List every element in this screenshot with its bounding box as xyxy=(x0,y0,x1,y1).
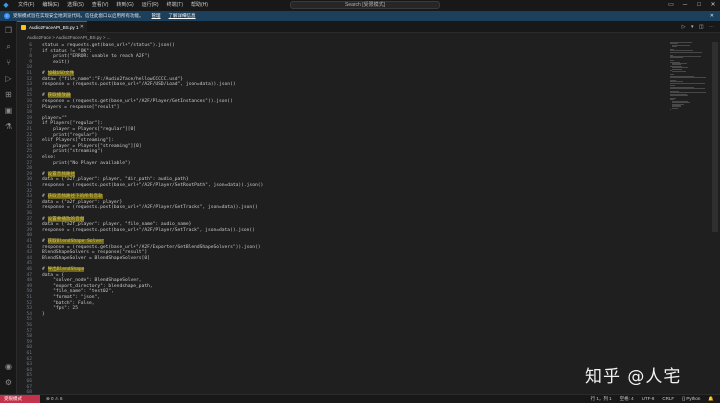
restricted-mode-indicator[interactable]: 受限模式 xyxy=(0,395,40,403)
menu-run[interactable]: 运行(R) xyxy=(138,0,163,11)
title-bar: ◆ 文件(F) 编辑(E) 选择(S) 查看(V) 转到(G) 运行(R) 终端… xyxy=(0,0,720,11)
minimap-line xyxy=(670,51,702,53)
notifications-icon[interactable]: 🔔 xyxy=(708,395,714,403)
minimize-icon[interactable]: ─ xyxy=(678,0,692,11)
menu-selection[interactable]: 选择(S) xyxy=(63,0,88,11)
info-icon: i xyxy=(4,13,10,19)
minimap-line xyxy=(672,107,678,109)
activity-bar: ❐ ⌕ ⑂ ▷ ⊞ ▣ ⚗ ◉ ⚙ xyxy=(0,21,17,394)
testing-icon[interactable]: ⚗ xyxy=(3,121,14,132)
menu-file[interactable]: 文件(F) xyxy=(14,0,38,11)
explorer-icon[interactable]: ❐ xyxy=(3,25,14,36)
indentation[interactable]: 空格: 4 xyxy=(620,395,634,403)
restricted-mode-banner: i 受限模式旨在实现安全地浏览代码。信任此窗口以启用所有功能。 管理 了解详细信… xyxy=(0,11,720,21)
editor-tab-bar: Audio2FaceAPI_BS.py 1 ✕ ▷ ▾ ◫ ⋯ xyxy=(17,21,720,33)
problems-indicator[interactable]: ⊗ 0 ⚠ 6 xyxy=(46,395,63,403)
layout-icon[interactable]: ▭ xyxy=(664,0,678,11)
vscode-logo-icon: ◆ xyxy=(3,1,9,9)
minimap-line xyxy=(670,82,706,84)
settings-gear-icon[interactable]: ⚙ xyxy=(3,377,14,388)
manage-link[interactable]: 管理 xyxy=(152,13,161,19)
close-tab-icon[interactable]: ✕ xyxy=(80,22,84,33)
account-icon[interactable]: ◉ xyxy=(3,361,14,372)
menu-terminal[interactable]: 终端(T) xyxy=(163,0,187,11)
run-debug-icon[interactable]: ▷ xyxy=(3,73,14,84)
minimap-line xyxy=(672,68,682,70)
close-banner-icon[interactable]: ✕ xyxy=(710,13,714,19)
editor-actions[interactable]: ▷ ▾ ◫ ⋯ xyxy=(682,21,716,33)
status-bar: 受限模式 ⊗ 0 ⚠ 6 行 1，列 1 空格: 4 UTF-8 CRLF {}… xyxy=(0,394,720,403)
minimap-line xyxy=(670,57,683,59)
encoding[interactable]: UTF-8 xyxy=(642,395,655,403)
minimap-line xyxy=(670,77,706,78)
banner-text: 受限模式旨在实现安全地浏览代码。信任此窗口以启用所有功能。 xyxy=(13,13,144,18)
menu-go[interactable]: 转到(G) xyxy=(112,0,137,11)
menu-view[interactable]: 查看(V) xyxy=(88,0,113,11)
code-editor[interactable]: 6 status = requests.get(base_url+"/status… xyxy=(17,42,667,395)
breadcrumb[interactable]: Audio2Face > Audio2FaceAPI_BS.py > ... xyxy=(17,33,657,42)
command-search-box[interactable]: Search [受限模式] xyxy=(290,1,440,9)
menu-edit[interactable]: 编辑(E) xyxy=(38,0,63,11)
editor-scrollbar[interactable] xyxy=(712,42,718,232)
close-window-icon[interactable]: ✕ xyxy=(706,0,720,11)
minimap-line xyxy=(670,95,688,97)
remote-explorer-icon[interactable]: ▣ xyxy=(3,105,14,116)
minimap[interactable] xyxy=(670,42,710,132)
maximize-icon[interactable]: □ xyxy=(692,0,706,11)
window-controls: ▭ ─ □ ✕ xyxy=(664,0,720,11)
tab-audio2faceapi[interactable]: Audio2FaceAPI_BS.py 1 ✕ xyxy=(17,21,87,33)
search-icon[interactable]: ⌕ xyxy=(3,41,14,52)
menu-help[interactable]: 帮助(H) xyxy=(187,0,212,11)
minimap-line xyxy=(670,88,705,90)
menu-bar: 文件(F) 编辑(E) 选择(S) 查看(V) 转到(G) 运行(R) 终端(T… xyxy=(14,0,212,11)
extensions-icon[interactable]: ⊞ xyxy=(3,89,14,100)
python-file-icon xyxy=(21,25,26,30)
language-mode[interactable]: {} Python xyxy=(682,395,700,403)
end-of-line[interactable]: CRLF xyxy=(662,395,674,403)
watermark: 知乎 @人宅 xyxy=(585,367,682,387)
cursor-position[interactable]: 行 1，列 1 xyxy=(591,395,612,403)
minimap-line xyxy=(672,71,687,73)
source-control-icon[interactable]: ⑂ xyxy=(3,57,14,68)
minimap-line xyxy=(672,46,677,48)
learn-more-link[interactable]: 了解详细信息 xyxy=(169,13,196,19)
tab-label: Audio2FaceAPI_BS.py 1 xyxy=(29,25,79,30)
